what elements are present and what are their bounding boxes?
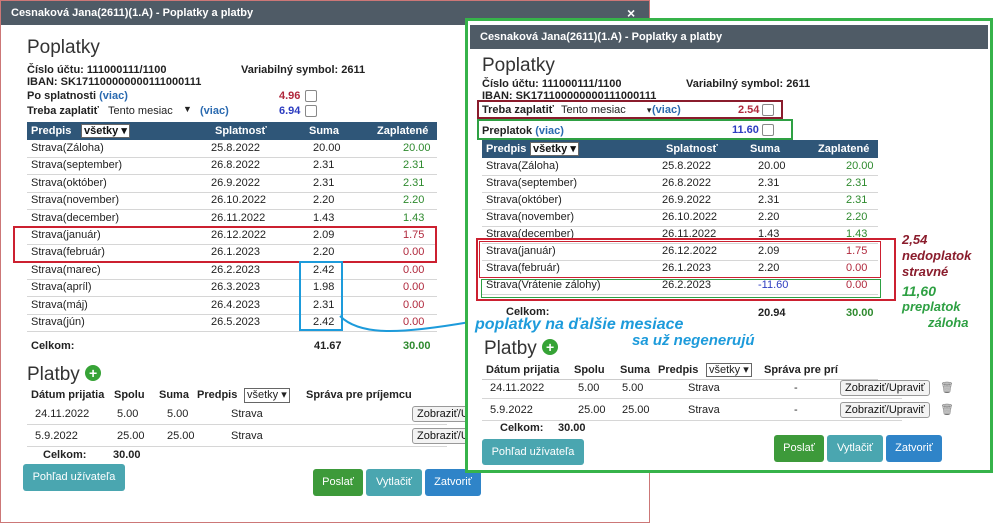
right-print-button[interactable]: Vytlačiť xyxy=(827,435,883,462)
edit-payment-button[interactable]: Zobraziť/Upraviť xyxy=(840,380,930,396)
cell-zaplatene: 20.00 xyxy=(846,160,874,172)
right-topay-dropdown-icon[interactable]: ▾ xyxy=(647,105,652,115)
payment-cell: Strava xyxy=(688,382,720,394)
right-overpay-checkbox[interactable] xyxy=(762,124,774,136)
right-overpay-label: Preplatok xyxy=(482,125,533,137)
cell-predpis: Strava(september) xyxy=(486,177,578,189)
payment-cell: 25.00 xyxy=(622,404,650,416)
cell-zaplatene: 2.31 xyxy=(846,194,868,206)
cell-zaplatene: 2.31 xyxy=(846,177,868,189)
cell-suma: 2.31 xyxy=(758,194,780,206)
underpay-annotation: 2,54 nedoplatok stravné xyxy=(902,232,972,279)
payment-cell: 25.00 xyxy=(578,404,606,416)
right-account-number: Číslo účtu: 111000111/1100 xyxy=(482,78,622,90)
trash-icon[interactable]: 🗑 xyxy=(940,378,954,398)
cell-splatnost: 25.8.2022 xyxy=(662,160,711,172)
right-topay-label: Treba zaplatiť xyxy=(482,104,554,116)
cell-splatnost: 26.10.2022 xyxy=(662,211,718,223)
right-col-splatnost: Splatnosť xyxy=(666,143,718,155)
cell-splatnost: 26.9.2022 xyxy=(662,194,711,206)
right-pay-col-date: Dátum prijatia xyxy=(486,364,560,376)
right-total-paid: 30.00 xyxy=(846,307,874,319)
right-title: Cesnaková Jana(2611)(1.A) - Poplatky a p… xyxy=(480,31,723,43)
payment-cell: - xyxy=(794,404,798,416)
right-overpay-row: Preplatok (viac) xyxy=(482,125,564,137)
cell-predpis: Strava(november) xyxy=(486,211,575,223)
right-pay-col-sum: Suma xyxy=(620,364,650,376)
table-row: Strava(október) 26.9.2022 2.31 2.31 xyxy=(482,192,878,210)
right-payments-total: 30.00 xyxy=(558,422,586,434)
table-row: Strava(november) 26.10.2022 2.20 2.20 xyxy=(482,209,878,227)
right-filter-select[interactable]: všetky ▾ xyxy=(530,142,579,156)
right-close-button[interactable]: Zatvoriť xyxy=(886,435,942,462)
right-send-button[interactable]: Poslať xyxy=(774,435,824,462)
right-payments-filter-select[interactable]: všetky ▾ xyxy=(706,363,752,377)
right-green-highlight-box xyxy=(481,279,881,298)
overpay-annotation: 11,60 preplatok záloha xyxy=(902,283,969,330)
right-add-payment-icon[interactable]: + xyxy=(542,339,559,355)
cell-suma: 2.31 xyxy=(758,177,780,189)
right-overpay-link[interactable]: (viac) xyxy=(535,125,564,137)
payment-cell: - xyxy=(794,382,798,394)
cell-predpis: Strava(október) xyxy=(486,194,562,206)
cell-zaplatene: 2.20 xyxy=(846,211,868,223)
cell-suma: 20.00 xyxy=(758,160,786,172)
next-months-annotation-line2: sa už negenerujú xyxy=(632,332,755,349)
payment-cell: 24.11.2022 xyxy=(490,382,545,394)
right-heading: Poplatky xyxy=(482,55,555,76)
right-col-zaplatene: Zaplatené xyxy=(818,143,870,155)
right-total-sum: 20.94 xyxy=(758,307,786,319)
right-pay-col-message: Správa pre prí xyxy=(764,364,838,376)
right-variable-symbol: Variabilný symbol: 2611 xyxy=(686,78,811,90)
right-payments-total-label: Celkom: xyxy=(500,422,544,434)
table-row: Strava(september) 26.8.2022 2.31 2.31 xyxy=(482,175,878,193)
right-topay-row: Treba zaplatiť Tento mesiac ▾ xyxy=(482,104,651,116)
payment-cell: 5.00 xyxy=(622,382,644,394)
payment-cell: Strava xyxy=(688,404,720,416)
payment-cell: 5.00 xyxy=(578,382,600,394)
edit-payment-button[interactable]: Zobraziť/Upraviť xyxy=(840,402,930,418)
right-fees-table-header: Predpis všetky ▾ Splatnosť Suma Zaplaten… xyxy=(482,140,878,158)
payment-row: 5.9.2022 25.00 25.00 Strava - Zobraziť/Upravi… xyxy=(482,400,954,421)
payment-row: 24.11.2022 5.00 5.00 Strava - Zobraziť/Upravi… xyxy=(482,378,954,399)
cell-splatnost: 26.8.2022 xyxy=(662,177,711,189)
payment-cell: 5.9.2022 xyxy=(490,404,533,416)
right-overpay-value: 11.60 xyxy=(732,124,759,136)
right-col-suma: Suma xyxy=(750,143,780,155)
right-payments-heading: Platby + xyxy=(484,338,559,360)
right-titlebar: Cesnaková Jana(2611)(1.A) - Poplatky a p… xyxy=(470,25,988,49)
trash-icon[interactable]: 🗑 xyxy=(940,400,954,420)
right-col-predpis: Predpis xyxy=(486,143,527,155)
cell-predpis: Strava(Záloha) xyxy=(486,160,559,172)
right-topay-checkbox[interactable] xyxy=(762,104,774,116)
right-pay-col-predpis: Predpis xyxy=(658,364,699,376)
cell-suma: 2.20 xyxy=(758,211,780,223)
right-topay-select[interactable]: Tento mesiac xyxy=(561,104,626,116)
right-pay-col-total: Spolu xyxy=(574,364,605,376)
table-row: Strava(Záloha) 25.8.2022 20.00 20.00 xyxy=(482,158,878,176)
right-user-view-button[interactable]: Pohľad užívateľa xyxy=(482,439,584,465)
right-topay-value: 2.54 xyxy=(738,104,760,116)
right-topay-link[interactable]: (viac) xyxy=(652,104,681,116)
